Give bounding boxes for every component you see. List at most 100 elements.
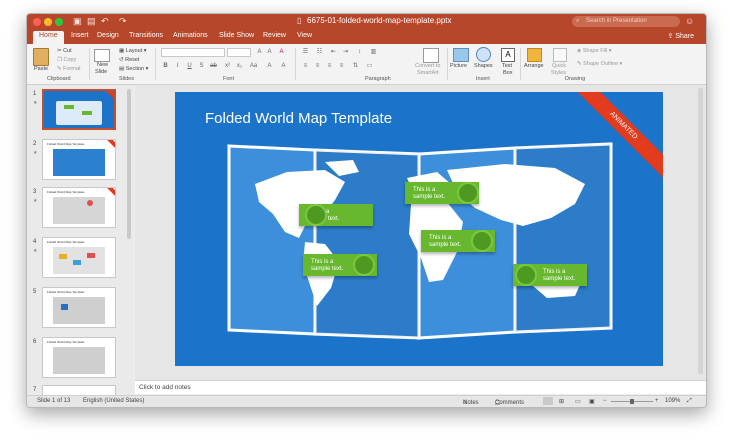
arrange-button[interactable]: Arrange	[524, 63, 544, 69]
slide-thumbnail-6[interactable]: Folded World Map Template	[42, 337, 116, 378]
bold-icon[interactable]: B	[161, 62, 170, 70]
textbox-label-1[interactable]: Text	[502, 63, 512, 69]
strikethrough-icon[interactable]: ab	[209, 62, 218, 70]
notes-pane[interactable]: Click to add notes	[135, 380, 706, 394]
smartart-icon[interactable]	[423, 48, 439, 63]
shape-outline-button[interactable]: ✎ Shape Outline ▾	[577, 61, 622, 67]
new-slide-icon[interactable]	[94, 49, 110, 62]
quick-styles-label-2[interactable]: Styles	[551, 70, 566, 76]
slide-thumbnail-7[interactable]	[42, 385, 116, 395]
layout-icon: ▦	[119, 48, 126, 54]
textbox-icon[interactable]: A	[501, 48, 515, 62]
arrange-icon[interactable]	[527, 48, 542, 62]
slide-thumbnail-4[interactable]: Folded World Map Template	[42, 237, 116, 278]
tab-slide-show[interactable]: Slide Show	[213, 31, 260, 40]
format-painter-button[interactable]: ✎ Format	[57, 66, 81, 72]
new-slide-label-1[interactable]: New	[97, 62, 108, 68]
sidebar-toggle-icon[interactable]: ▣	[73, 16, 82, 27]
align-left-icon[interactable]: ≡	[301, 62, 310, 70]
zoom-window-button[interactable]	[55, 18, 63, 26]
convert-smartart-label-1[interactable]: Convert to	[415, 63, 440, 69]
change-case-icon[interactable]: Aa	[249, 62, 258, 70]
increase-indent-icon[interactable]: ⇥	[341, 48, 350, 56]
undo-icon[interactable]: ↶	[101, 16, 109, 27]
font-size-dropdown[interactable]	[227, 48, 251, 57]
increase-font-icon[interactable]: A	[255, 48, 264, 56]
tab-view[interactable]: View	[291, 31, 318, 40]
divider	[89, 48, 90, 80]
justify-icon[interactable]: ≡	[337, 62, 346, 70]
thumbnail-scrollbar[interactable]	[127, 89, 131, 239]
paste-button[interactable]: Paste	[34, 66, 48, 72]
quick-styles-icon[interactable]	[553, 48, 567, 62]
tab-transitions[interactable]: Transitions	[123, 31, 169, 40]
main-slide[interactable]: Folded World Map Template ANIMATED a tex…	[175, 92, 663, 366]
copy-button[interactable]: ❐ Copy	[57, 57, 76, 63]
account-icon[interactable]: ☺	[685, 16, 694, 26]
thumbnail-map-preview	[56, 101, 102, 125]
normal-view-icon[interactable]	[543, 397, 553, 405]
tab-animations[interactable]: Animations	[167, 31, 214, 40]
folded-world-map[interactable]	[175, 92, 663, 366]
shapes-icon[interactable]	[476, 47, 491, 62]
line-spacing-icon[interactable]: ↕	[355, 48, 364, 56]
reading-view-icon[interactable]: ▭	[575, 398, 581, 405]
zoom-in-icon[interactable]: +	[655, 398, 659, 404]
redo-icon[interactable]: ↷	[119, 16, 127, 27]
fit-to-window-icon[interactable]: ⤢	[687, 398, 692, 405]
slide-thumbnail-2[interactable]: Folded World Map Template	[42, 139, 116, 180]
clear-format-icon[interactable]: A	[277, 48, 286, 56]
slide-thumbnail-1[interactable]	[42, 89, 116, 130]
thumbnail-map-preview	[53, 297, 105, 324]
picture-icon[interactable]	[453, 48, 469, 62]
close-window-button[interactable]	[33, 18, 41, 26]
superscript-icon[interactable]: x²	[223, 62, 232, 70]
tab-design[interactable]: Design	[91, 31, 125, 40]
font-color-icon[interactable]: A	[279, 62, 288, 70]
convert-smartart-label-2[interactable]: SmartArt	[417, 70, 439, 76]
section-button[interactable]: ▤ Section ▾	[119, 66, 148, 72]
tab-review[interactable]: Review	[257, 31, 292, 40]
align-center-icon[interactable]: ≡	[313, 62, 322, 70]
search-input[interactable]: ⌕ Search in Presentation	[572, 16, 680, 27]
reset-button[interactable]: ↺ Reset	[119, 57, 140, 63]
text-direction-icon[interactable]: ⇅	[351, 62, 360, 70]
slide-sorter-icon[interactable]: ⊞	[559, 398, 564, 405]
layout-button[interactable]: ▦ Layout ▾	[119, 48, 147, 54]
bullets-icon[interactable]: ☰	[301, 48, 310, 56]
subscript-icon[interactable]: x₂	[235, 62, 244, 70]
cut-button[interactable]: ✂ Cut	[57, 48, 72, 54]
tab-home[interactable]: Home	[33, 31, 64, 44]
animation-star-icon: ★	[33, 198, 38, 204]
thumbnail-map-preview	[53, 149, 105, 176]
save-icon[interactable]: ▤	[87, 16, 96, 27]
shadow-icon[interactable]: S	[197, 62, 206, 70]
zoom-out-icon[interactable]: −	[603, 398, 607, 404]
decrease-font-icon[interactable]: A	[265, 48, 274, 56]
slide-thumbnail-3[interactable]: Folded World Map Template	[42, 187, 116, 228]
shapes-button[interactable]: Shapes	[474, 63, 493, 69]
share-button[interactable]: ⇪ Share	[668, 32, 695, 40]
align-right-icon[interactable]: ≡	[325, 62, 334, 70]
numbering-icon[interactable]: ☷	[315, 48, 324, 56]
highlight-icon[interactable]: A	[265, 62, 274, 70]
canvas-scrollbar[interactable]	[698, 88, 703, 374]
columns-icon[interactable]: ▥	[369, 48, 378, 56]
decrease-indent-icon[interactable]: ⇤	[329, 48, 338, 56]
slideshow-icon[interactable]: ▣	[589, 398, 595, 405]
font-name-dropdown[interactable]	[161, 48, 225, 57]
italic-icon[interactable]: I	[173, 62, 182, 70]
textbox-label-2[interactable]: Box	[503, 70, 512, 76]
picture-button[interactable]: Picture	[450, 63, 467, 69]
language-indicator[interactable]: English (United States)	[83, 398, 144, 404]
shape-fill-button[interactable]: ◈ Shape Fill ▾	[577, 48, 612, 54]
paste-icon[interactable]	[33, 48, 49, 66]
zoom-level[interactable]: 109%	[665, 398, 680, 404]
underline-icon[interactable]: U	[185, 62, 194, 70]
slide-thumbnail-5[interactable]: Folded World Map Template	[42, 287, 116, 328]
align-text-icon[interactable]: ▭	[365, 62, 374, 70]
minimize-window-button[interactable]	[44, 18, 52, 26]
new-slide-label-2[interactable]: Slide	[95, 69, 107, 75]
quick-styles-label-1[interactable]: Quick	[552, 63, 566, 69]
zoom-slider-thumb[interactable]	[630, 399, 634, 404]
